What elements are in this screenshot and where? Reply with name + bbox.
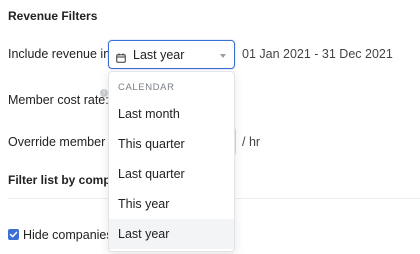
calendar-icon [116,50,126,63]
check-icon [9,231,18,238]
hide-companies-checkbox[interactable] [8,229,19,240]
include-revenue-label: Include revenue in: [8,47,114,61]
member-cost-rate-label: Member cost rate: [8,93,109,107]
chevron-down-icon [220,54,226,58]
per-hour-unit: / hr [242,135,261,149]
menu-item-last-quarter[interactable]: Last quarter [109,159,234,189]
menu-item-this-quarter[interactable]: This quarter [109,129,234,159]
info-icon[interactable]: i [100,89,108,97]
revenue-period-menu: CALENDAR Last month This quarter Last qu… [108,71,235,252]
menu-item-last-month[interactable]: Last month [109,99,234,129]
revenue-period-value: Last year [133,48,185,62]
revenue-period-select[interactable]: Last year [108,40,235,69]
menu-item-this-year[interactable]: This year [109,189,234,219]
menu-group-header: CALENDAR [118,82,175,93]
date-range-text: 01 Jan 2021 - 31 Dec 2021 [242,47,393,61]
section-title: Revenue Filters [8,9,98,23]
override-member-cost-label: Override member co [8,135,122,149]
menu-item-last-year[interactable]: Last year [109,219,234,249]
